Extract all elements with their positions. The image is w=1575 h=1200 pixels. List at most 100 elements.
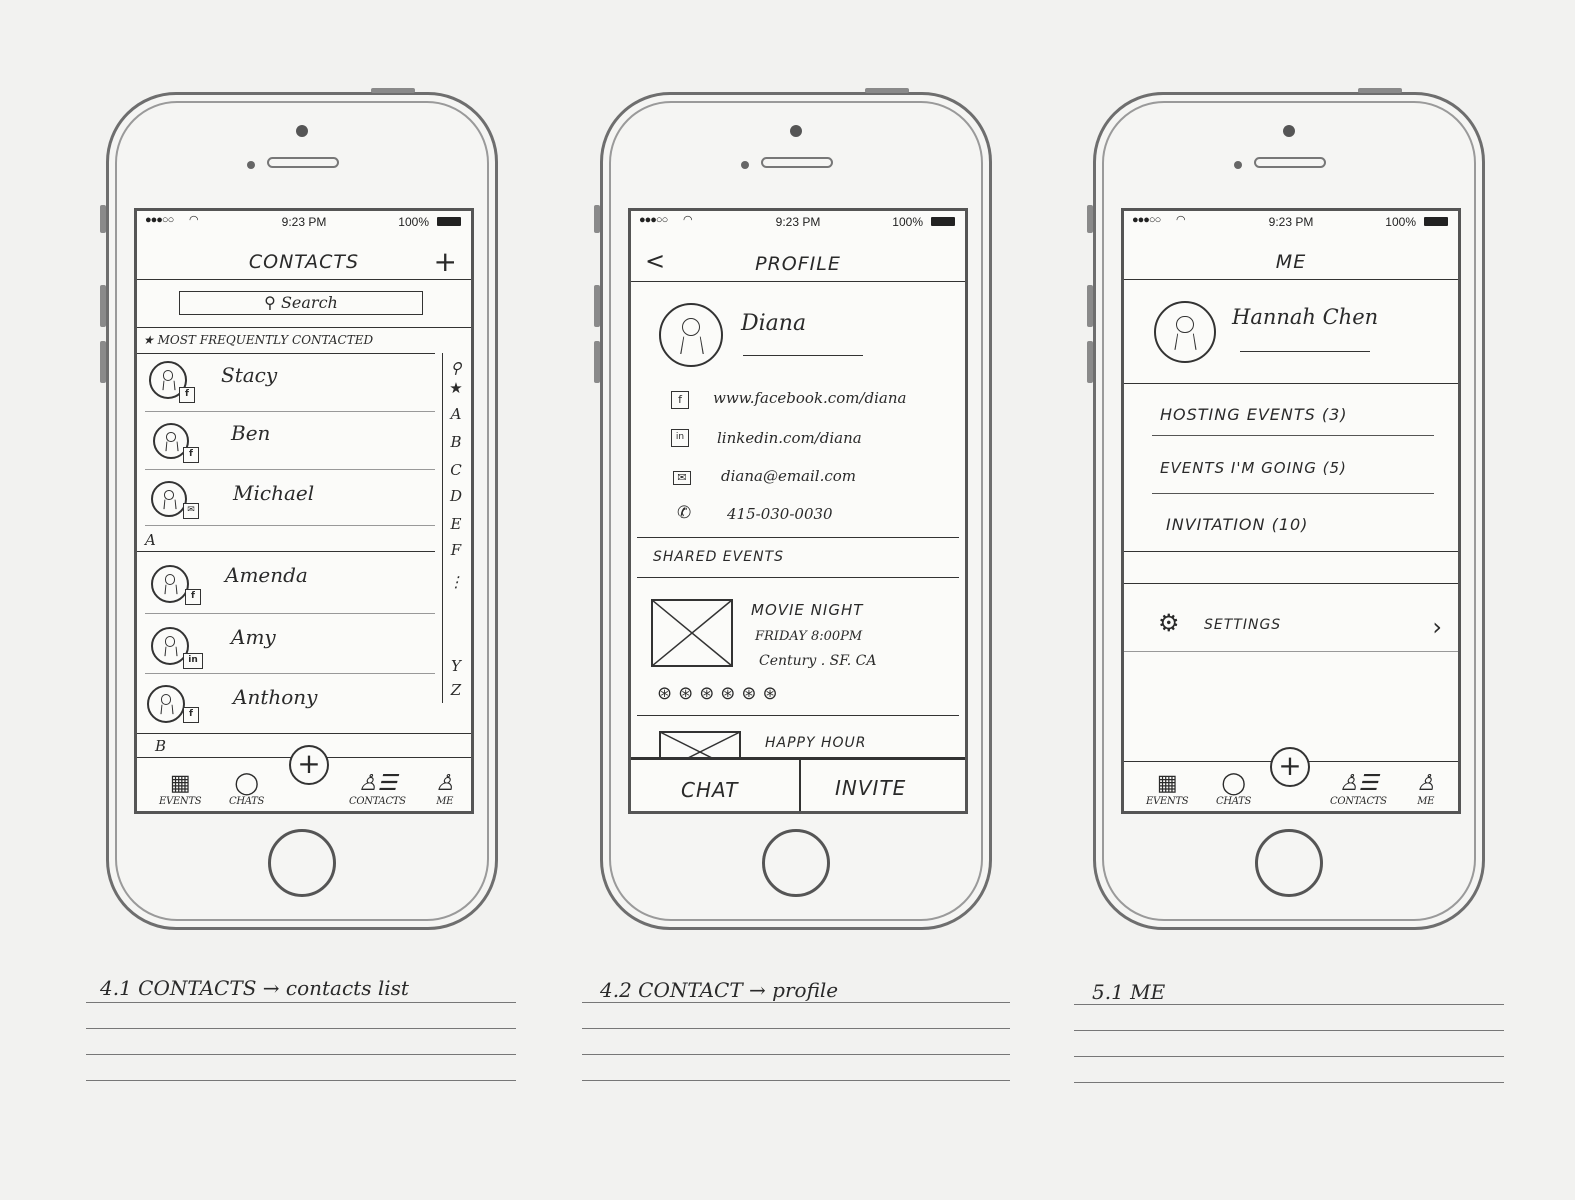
facebook-link[interactable]: www.facebook.com/diana: [713, 389, 906, 407]
contact-name: Amenda: [225, 563, 308, 587]
events-going-item[interactable]: EVENTS I'M GOING (5): [1160, 459, 1347, 477]
settings-label: SETTINGS: [1204, 617, 1282, 633]
profile-avatar: [659, 303, 723, 367]
camera: [1283, 125, 1295, 137]
tab-contacts[interactable]: ♙☰ CONTACTS: [1330, 772, 1387, 808]
contact-name: Michael: [233, 481, 315, 505]
index-dots: ⋮: [448, 573, 464, 591]
facebook-icon: f: [179, 387, 195, 403]
linkedin-icon: in: [183, 653, 203, 669]
index-letter[interactable]: F: [447, 541, 465, 559]
linkedin-icon: in: [671, 429, 689, 447]
add-button[interactable]: +: [1270, 747, 1310, 787]
index-letter[interactable]: A: [447, 405, 465, 423]
contacts-screen: ●●●○○ ◠ 9:23 PM 100% CONTACTS + ⚲ Search…: [134, 208, 474, 814]
section-header-b: B: [155, 737, 167, 755]
camera: [296, 125, 308, 137]
index-letter[interactable]: E: [447, 515, 465, 533]
status-bar: ●●●○○ ◠ 9:23 PM 100%: [137, 211, 471, 233]
search-icon: ⚲: [264, 293, 276, 312]
add-contact-button[interactable]: +: [434, 245, 457, 278]
phone-contacts: ●●●○○ ◠ 9:23 PM 100% CONTACTS + ⚲ Search…: [100, 88, 498, 930]
event-title: MOVIE NIGHT: [751, 601, 864, 619]
index-letter[interactable]: D: [447, 487, 465, 505]
chat-icon: ◯: [234, 771, 259, 796]
event-time: FRIDAY 8:00PM: [755, 629, 863, 644]
tab-events[interactable]: ▦ EVENTS: [1146, 771, 1189, 808]
index-letter[interactable]: Y: [447, 657, 465, 675]
camera: [790, 125, 802, 137]
facebook-icon: f: [183, 707, 199, 723]
caption-me: 5.1 ME: [1092, 980, 1166, 1004]
speaker: [267, 157, 339, 168]
phone-icon: ✆: [677, 503, 692, 523]
phone-link[interactable]: 415-030-0030: [727, 505, 833, 523]
contacts-icon: ♙☰: [357, 771, 397, 796]
facebook-icon: f: [183, 447, 199, 463]
avatar: ⊛: [741, 683, 763, 704]
star-icon: ★: [143, 333, 158, 347]
avatar: [151, 481, 187, 517]
add-button[interactable]: +: [289, 745, 329, 785]
index-letter[interactable]: C: [447, 461, 465, 479]
tab-me[interactable]: ♙ ME: [435, 771, 455, 808]
calendar-icon: ▦: [169, 771, 191, 796]
search-input[interactable]: ⚲ Search: [179, 291, 423, 315]
phone-me: ●●●○○ ◠ 9:23 PM 100% ME Hannah Chen HOST…: [1087, 88, 1485, 930]
tab-me[interactable]: ♙ ME: [1416, 772, 1436, 808]
section-frequent: ★ MOST FREQUENTLY CONTACTED: [143, 333, 374, 347]
contact-name: Anthony: [233, 685, 318, 709]
linkedin-link[interactable]: linkedin.com/diana: [717, 429, 862, 447]
home-button[interactable]: [268, 829, 336, 897]
battery-icon: [931, 217, 955, 226]
home-button[interactable]: [1255, 829, 1323, 897]
profile-name: Diana: [741, 311, 807, 336]
hosting-events-item[interactable]: HOSTING EVENTS (3): [1160, 405, 1348, 424]
index-letter[interactable]: B: [447, 433, 465, 451]
attendee-avatars: ⊛⊛⊛⊛⊛⊛: [657, 683, 784, 704]
tab-chats[interactable]: ◯ CHATS: [1216, 771, 1251, 808]
page-title: CONTACTS: [248, 251, 360, 273]
avatar: ⊛: [678, 683, 700, 704]
section-header-a: A: [145, 531, 156, 549]
profile-avatar: [1154, 301, 1216, 363]
tab-chats[interactable]: ◯ CHATS: [229, 771, 264, 808]
battery-icon: [437, 217, 461, 226]
gear-icon: ⚙: [1158, 609, 1180, 637]
avatar: ⊛: [762, 683, 784, 704]
facebook-icon: f: [185, 589, 201, 605]
avatar: ⊛: [657, 683, 679, 704]
action-bar: CHAT INVITE: [631, 757, 965, 811]
profile-name: Hannah Chen: [1232, 305, 1379, 329]
event-place: Century . SF. CA: [759, 653, 877, 669]
caption-contacts: 4.1 CONTACTS → contacts list: [100, 976, 409, 1000]
chat-icon: ◯: [1221, 771, 1246, 796]
email-icon: ✉: [183, 503, 199, 519]
invite-button[interactable]: INVITE: [835, 776, 906, 800]
person-icon: ♙: [435, 771, 455, 796]
battery-label: 100%: [892, 215, 923, 229]
calendar-icon: ▦: [1156, 771, 1178, 796]
home-button[interactable]: [762, 829, 830, 897]
avatar: ⊛: [699, 683, 721, 704]
avatar: [147, 685, 185, 723]
me-screen: ●●●○○ ◠ 9:23 PM 100% ME Hannah Chen HOST…: [1121, 208, 1461, 814]
event-thumbnail: [651, 599, 733, 667]
contact-name: Amy: [231, 625, 276, 649]
status-bar: ●●●○○ ◠ 9:23 PM 100%: [631, 211, 965, 233]
email-link[interactable]: diana@email.com: [721, 467, 856, 485]
chevron-right-icon: ›: [1432, 613, 1442, 641]
search-icon[interactable]: ⚲: [447, 359, 465, 377]
facebook-icon: f: [671, 391, 689, 409]
index-letter[interactable]: Z: [447, 681, 465, 699]
index-star[interactable]: ★: [447, 379, 465, 397]
tab-events[interactable]: ▦ EVENTS: [159, 771, 202, 808]
tab-contacts[interactable]: ♙☰ CONTACTS: [349, 771, 406, 808]
profile-screen: ●●●○○ ◠ 9:23 PM 100% < PROFILE Diana f w…: [628, 208, 968, 814]
phone-profile: ●●●○○ ◠ 9:23 PM 100% < PROFILE Diana f w…: [594, 88, 992, 930]
page-title: PROFILE: [755, 253, 841, 275]
chat-button[interactable]: CHAT: [681, 778, 738, 802]
invitation-item[interactable]: INVITATION (10): [1166, 515, 1308, 534]
avatar: [151, 565, 189, 603]
status-bar: ●●●○○ ◠ 9:23 PM 100%: [1124, 211, 1458, 233]
